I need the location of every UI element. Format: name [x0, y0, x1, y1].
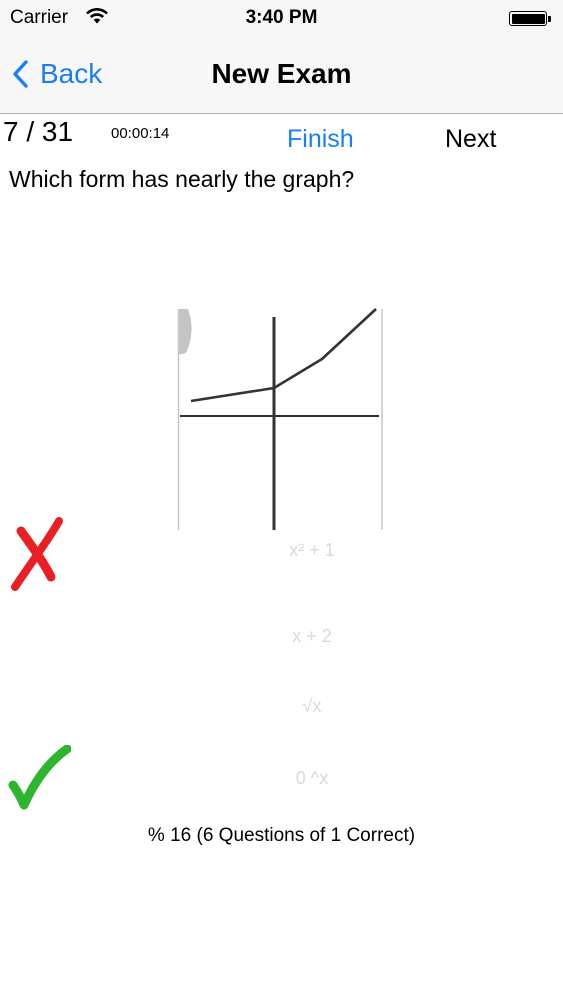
answer-option-1[interactable]: x² + 1: [112, 540, 512, 561]
navigation-bar: Back New Exam: [0, 38, 563, 114]
question-text: Which form has nearly the graph?: [9, 166, 355, 192]
answer-option-3[interactable]: √x: [112, 696, 512, 717]
status-time: 3:40 PM: [245, 7, 318, 28]
wrong-mark-icon: [9, 517, 67, 596]
next-button[interactable]: Next: [445, 125, 496, 154]
question-graph-image: [176, 307, 386, 530]
battery-icon: [509, 11, 551, 26]
correct-checkmark-icon: [7, 744, 72, 816]
question-counter: 7 / 31: [3, 116, 74, 147]
status-bar: Carrier 3:40 PM: [0, 0, 563, 38]
exam-timer: 00:00:14: [111, 125, 170, 142]
answer-option-2[interactable]: x + 2: [112, 626, 512, 647]
answer-option-4[interactable]: 0 ^x: [112, 768, 512, 789]
score-summary: % 16 (6 Questions of 1 Correct): [147, 825, 416, 846]
page-title: New Exam: [211, 58, 352, 89]
finish-button[interactable]: Finish: [287, 125, 354, 154]
